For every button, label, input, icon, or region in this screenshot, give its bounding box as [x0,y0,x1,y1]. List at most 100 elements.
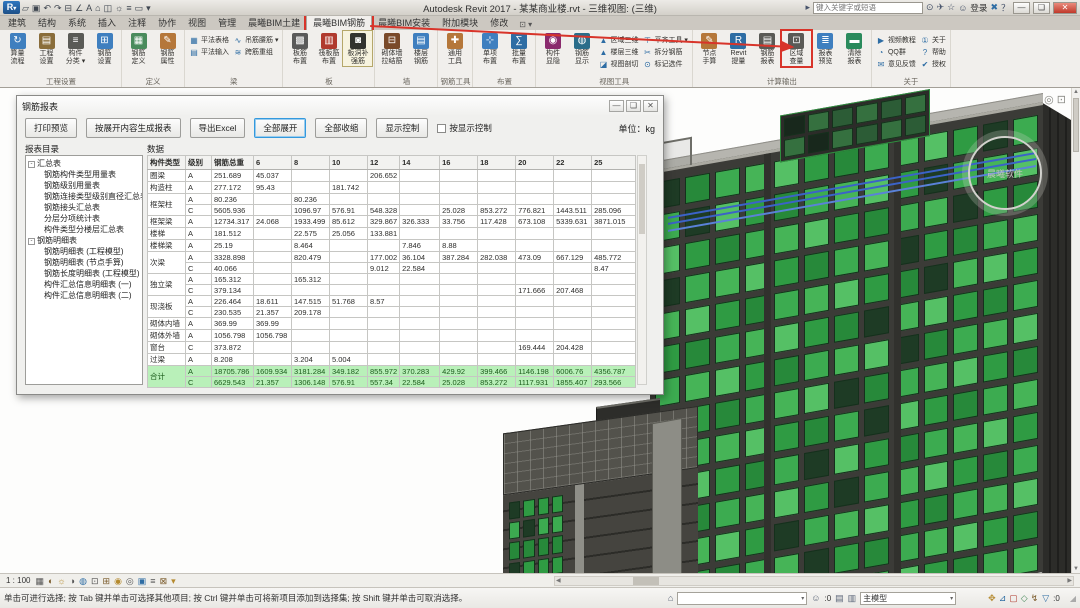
ribbon-button-钢筋报表[interactable]: ▤钢筋报表 [753,31,782,66]
ribbon-button-钢筋属性[interactable]: ✎钢筋属性 [153,31,182,66]
ribbon-button-楼层三维[interactable]: ▲楼层三维 [598,46,638,58]
qat-icon-12[interactable]: ▾ [146,2,151,14]
qat-icon-0[interactable]: ▱ [22,2,29,14]
vertical-scrollbar[interactable]: ▲ ▼ [1071,88,1080,573]
view-control-icon-10[interactable]: ≡ [150,575,155,587]
view-control-icon-4[interactable]: ◍ [79,575,87,587]
ribbon-button-清除报表[interactable]: ▬清除报表 [840,31,869,66]
qat-icon-11[interactable]: ▭ [135,2,144,14]
ribbon-button-单项布置[interactable]: ⊹单项布置 [475,31,504,66]
ribbon-button-QQ群[interactable]: ◔QQ群 [876,46,916,58]
ribbon-button-构件分类[interactable]: ≡构件分类 ▾ [61,31,90,66]
design-option-select[interactable]: 主模型▾ [860,592,956,605]
tree-item-钢筋构件类型用量表[interactable]: 钢筋构件类型用量表 [26,169,142,180]
tree-item-构件汇总信息明细表 (一)[interactable]: 构件汇总信息明细表 (一) [26,279,142,290]
tree-item-钢筋连接类型级别直径汇总表[interactable]: 钢筋连接类型级别直径汇总表 [26,191,142,202]
view-control-icon-9[interactable]: ▣ [138,575,147,587]
horizontal-scrollbar[interactable]: ◀ ▶ [554,576,1074,586]
ribbon-button-钢筋定义[interactable]: ▦钢筋定义 [124,31,153,66]
ribbon-button-钢筋设置[interactable]: ⊞钢筋设置 [90,31,119,66]
view-scale[interactable]: 1 : 100 [6,576,30,585]
tab-晨曦BIM安装[interactable]: 晨曦BIM安装 [372,15,436,30]
ribbon-button-意见反馈[interactable]: ✉意见反馈 [876,58,916,70]
tab-晨曦BIM土建[interactable]: 晨曦BIM土建 [242,15,306,30]
tree-group-汇总表[interactable]: -汇总表 [26,158,142,169]
tree-item-分层分项统计表[interactable]: 分层分项统计表 [26,213,142,224]
tree-collapse-icon[interactable]: - [28,161,35,168]
ribbon-button-帮助[interactable]: ?帮助 [920,46,946,58]
ribbon-button-吊筋腰筋[interactable]: ∿吊筋腰筋 ▾ [233,34,278,46]
ribbon-button-平法表格[interactable]: ▦平法表格 [189,34,229,46]
ribbon-button-报表预览[interactable]: ≣报表预览 [811,31,840,66]
design-options-icon[interactable]: ▤ [835,593,844,604]
ribbon-button-授权[interactable]: ✔授权 [920,58,946,70]
tab-建筑[interactable]: 建筑 [2,15,32,30]
qat-icon-2[interactable]: ↶ [43,2,51,14]
scrollbar-thumb[interactable] [1073,98,1079,152]
active-option-icon[interactable]: ▥ [848,593,857,604]
favorites-star-icon[interactable]: ☆ [947,2,955,13]
tab-附加模块[interactable]: 附加模块 [436,15,484,30]
subscription-icon[interactable]: ✈ [937,2,945,13]
ribbon-button-视频教程[interactable]: ▶视频教程 [876,34,916,46]
selection-toggle-icon-3[interactable]: ◇ [1021,593,1028,604]
tree-collapse-icon[interactable]: - [28,238,35,245]
view-control-icon-0[interactable]: ▦ [35,575,44,587]
exchange-apps-icon[interactable]: ✖ [990,2,998,13]
ribbon-button-平齐工具[interactable]: ⊤平齐工具 ▾ [642,34,687,46]
zoom-icon[interactable]: ⊡ [1057,93,1066,106]
worksharing-icon[interactable]: ⌂ [668,593,673,603]
tab-管理[interactable]: 管理 [212,15,242,30]
qat-icon-8[interactable]: ◫ [104,2,113,14]
dialog-button-全部展开[interactable]: 全部展开 [254,118,306,138]
tree-group-钢筋明细表[interactable]: -钢筋明细表 [26,235,142,246]
tab-系统[interactable]: 系统 [62,15,92,30]
ribbon-button-视图剖切[interactable]: ◪视图剖切 [598,58,638,70]
ribbon-button-平法输入[interactable]: ▤平法输入 [189,46,229,58]
tree-item-构件类型分楼层汇总表[interactable]: 构件类型分楼层汇总表 [26,224,142,235]
dialog-restore-button[interactable]: ❏ [626,100,641,112]
view-control-icon-2[interactable]: ☼ [57,575,65,587]
display-control-checkbox[interactable]: 按显示控制 [437,122,492,134]
scroll-up-icon[interactable]: ▲ [1072,89,1080,95]
scroll-down-icon[interactable]: ▼ [1072,566,1080,572]
tree-item-构件汇总信息明细表 (二)[interactable]: 构件汇总信息明细表 (二) [26,290,142,301]
tree-item-钢筋长度明细表 (工程模型)[interactable]: 钢筋长度明细表 (工程模型) [26,268,142,279]
dialog-button-按展开内容生成报表[interactable]: 按展开内容生成报表 [86,118,181,138]
ribbon-button-Revit提量[interactable]: RRevit提量 [724,31,753,66]
tab-插入[interactable]: 插入 [92,15,122,30]
dialog-title-bar[interactable]: 钢筋报表 — ❏ ✕ [17,96,663,116]
dialog-button-全部收缩[interactable]: 全部收缩 [315,118,367,138]
view-control-icon-6[interactable]: ⊞ [103,575,111,587]
qat-icon-3[interactable]: ↷ [54,2,62,14]
qat-icon-1[interactable]: ▣ [32,2,41,14]
tree-item-钢筋明细表 (节点手算)[interactable]: 钢筋明细表 (节点手算) [26,257,142,268]
view-control-icon-3[interactable]: ◑ [70,575,75,587]
view-control-icon-7[interactable]: ◉ [114,575,122,587]
ribbon-button-构件显隐[interactable]: ◉构件显隐 [538,31,567,66]
ribbon-button-区域查量[interactable]: ⊡区域查量 [782,31,811,66]
tree-item-钢筋级别用量表[interactable]: 钢筋级别用量表 [26,180,142,191]
search-input[interactable] [814,3,922,12]
qat-icon-9[interactable]: ☼ [115,2,123,14]
ribbon-button-钢筋显示[interactable]: ◍钢筋显示 [567,31,596,66]
steering-wheel-icon[interactable]: ◎ [1044,93,1054,106]
ribbon-button-筏板筋布置[interactable]: ▥筏板筋布置 [314,31,343,66]
ribbon-button-砌体墙拉结筋[interactable]: ⊟砌体墙拉结筋 [377,31,406,66]
tree-item-钢筋明细表 (工程模型)[interactable]: 钢筋明细表 (工程模型) [26,246,142,257]
sign-in-label[interactable]: 登录 [970,2,987,14]
selection-toggle-icon-1[interactable]: ⊿ [999,593,1007,604]
ribbon-button-批量布置[interactable]: ∑批量布置 [504,31,533,66]
ribbon-button-楼层钢筋[interactable]: ▤楼层钢筋 [406,31,435,66]
editable-only-icon[interactable]: ☺ [811,593,820,603]
tab-options[interactable]: ⊡ ▾ [514,19,537,30]
tab-注释[interactable]: 注释 [122,15,152,30]
user-icon[interactable]: ☺ [958,3,967,13]
qat-icon-6[interactable]: A [86,2,92,14]
ribbon-button-通用工具[interactable]: ✚通用工具 [440,31,469,66]
revit-logo[interactable]: R▾ [3,1,20,14]
view-control-icon-1[interactable]: ◐ [48,575,53,587]
view-control-icon-11[interactable]: ⊠ [160,575,168,587]
scrollbar-thumb[interactable] [633,577,659,585]
scroll-right-icon[interactable]: ▶ [1067,577,1072,586]
